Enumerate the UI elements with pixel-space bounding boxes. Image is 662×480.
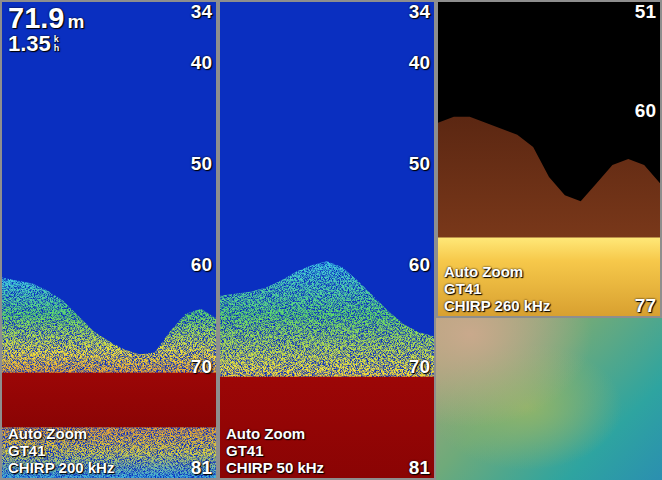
soft-returns [2,277,216,427]
soft-returns [438,117,660,316]
sonar-panel: 51 60 77 Auto ZoomGT41CHIRP 260 kHz [436,0,662,318]
panel-caption: GT41 [8,442,114,459]
panel-caption: Auto Zoom [444,263,550,280]
speed-readout: 1.35kh [8,32,84,56]
hard-bottom [438,238,660,317]
hard-bottom [220,377,434,478]
depth-scale-label: 77 [635,296,656,316]
depth-scale-label: 50 [191,154,212,174]
panel-caption: CHIRP 50 kHz [226,459,324,476]
hard-bottom [2,373,216,428]
depth-speed-readout: 71.9m1.35kh [8,2,84,56]
panel-caption: Auto Zoom [8,425,114,442]
depth-scale-label: 60 [409,255,430,275]
depth-scale-label: 40 [191,53,212,73]
depth-readout: 71.9m [8,2,84,34]
sonar-echo-chart [2,2,216,478]
depth-scale-label: 40 [409,53,430,73]
panel-caption: CHIRP 260 kHz [444,297,550,314]
background-wallpaper [436,318,662,480]
sonar-screen: 344050607081Auto ZoomGT41CHIRP 200 kHz34… [0,0,662,480]
soft-returns [220,261,434,478]
panel-caption: Auto Zoom [226,425,324,442]
sonar-echo-chart [220,2,434,478]
depth-scale-label: 60 [635,101,656,121]
depth-scale-label: 81 [409,458,430,478]
panel-captions: Auto ZoomGT41CHIRP 200 kHz [8,425,114,476]
depth-scale-label: 51 [635,2,656,22]
depth-scale-label: 70 [409,357,430,377]
depth-scale-label: 34 [409,2,430,22]
panel-caption: GT41 [226,442,324,459]
panel-caption: GT41 [444,280,550,297]
sonar-panel: 34 40 50 60 70 81 Auto ZoomGT41CHIRP 200 kHz [0,0,218,480]
depth-scale-label: 60 [191,255,212,275]
depth-scale-label: 81 [191,458,212,478]
panel-captions: Auto ZoomGT41CHIRP 260 kHz [444,263,550,314]
panel-caption: CHIRP 200 kHz [8,459,114,476]
depth-scale-label: 70 [191,357,212,377]
depth-scale-label: 34 [191,2,212,22]
panel-captions: Auto ZoomGT41CHIRP 50 kHz [226,425,324,476]
sonar-panel: 34 40 50 60 70 81 Auto ZoomGT41CHIRP 50 kHz [218,0,436,480]
depth-scale-label: 50 [409,154,430,174]
